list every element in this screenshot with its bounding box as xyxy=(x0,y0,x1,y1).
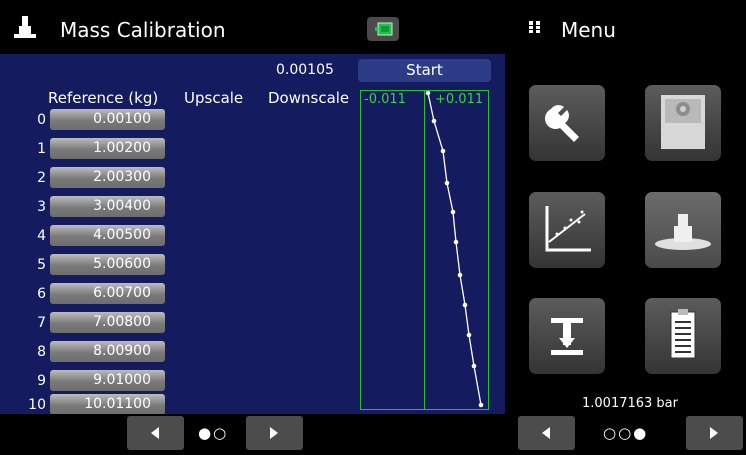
row-index: 8 xyxy=(37,344,46,360)
reference-button[interactable]: 4.00500 xyxy=(50,225,165,246)
row-index: 0 xyxy=(37,112,46,128)
chart-icon xyxy=(545,206,591,252)
reference-button[interactable]: 5.00600 xyxy=(50,254,165,275)
row-index: 6 xyxy=(37,286,46,302)
mass-weight-icon xyxy=(14,16,36,38)
chevron-left-icon xyxy=(542,427,550,439)
grid-dots-icon[interactable] xyxy=(528,20,542,34)
reference-button[interactable]: 8.00900 xyxy=(50,341,165,362)
header: Mass Calibration Menu xyxy=(0,0,746,54)
page-title: Mass Calibration xyxy=(60,18,226,42)
row-index: 9 xyxy=(37,373,46,389)
menu-title: Menu xyxy=(561,18,616,42)
menu-prev-button[interactable] xyxy=(518,416,575,450)
reference-button[interactable]: 7.00800 xyxy=(50,312,165,333)
reference-button[interactable]: 9.01000 xyxy=(50,370,165,391)
chevron-right-icon xyxy=(710,427,718,439)
start-button[interactable]: Start xyxy=(358,59,491,82)
row-index: 10 xyxy=(28,397,46,413)
downscale-value: 0.00105 xyxy=(276,62,334,78)
upscale-column-header: Upscale xyxy=(184,89,244,107)
reference-column-header: Reference (kg) xyxy=(48,89,159,107)
reference-button[interactable]: 6.00700 xyxy=(50,283,165,304)
row-index: 7 xyxy=(37,315,46,331)
sensor-icon xyxy=(661,95,705,149)
row-index: 5 xyxy=(37,257,46,273)
sensor-button[interactable] xyxy=(645,85,721,161)
screen: Mass Calibration Menu 0.00105 Start Refe… xyxy=(0,0,746,455)
reference-button[interactable]: 2.00300 xyxy=(50,167,165,188)
downscale-column-header: Downscale xyxy=(268,89,350,107)
report-button[interactable] xyxy=(645,298,721,374)
row-index: 1 xyxy=(37,141,46,157)
pressure-reading: 1.0017163 bar xyxy=(582,396,678,411)
row-index: 3 xyxy=(37,199,46,215)
menu-page-indicator: ○○● xyxy=(603,424,649,442)
prev-page-button[interactable] xyxy=(127,416,184,450)
error-trace xyxy=(425,91,484,408)
row-index: 2 xyxy=(37,170,46,186)
leak-test-button[interactable] xyxy=(529,298,605,374)
leak-test-icon xyxy=(551,318,583,355)
mass-calibration-button[interactable] xyxy=(645,192,721,268)
chevron-left-icon xyxy=(151,427,159,439)
calibration-chart-button[interactable] xyxy=(529,192,605,268)
reference-button[interactable]: 1.00200 xyxy=(50,138,165,159)
chevron-right-icon xyxy=(270,427,278,439)
reference-button[interactable]: 3.00400 xyxy=(50,196,165,217)
menu-next-button[interactable] xyxy=(686,416,743,450)
reference-button[interactable]: 0.00100 xyxy=(50,109,165,130)
calibration-panel: 0.00105 Start Reference (kg) Upscale Dow… xyxy=(0,54,505,415)
reference-button[interactable]: 10.01100 xyxy=(50,394,165,415)
status-button[interactable] xyxy=(367,17,399,41)
row-index: 4 xyxy=(37,228,46,244)
error-chart: -0.011 +0.011 xyxy=(360,90,489,410)
battery-icon xyxy=(375,22,393,36)
page-indicator: ●○ xyxy=(198,424,229,442)
mass-weight-icon xyxy=(655,214,711,250)
wrench-icon xyxy=(544,105,579,142)
next-page-button[interactable] xyxy=(246,416,303,450)
clipboard-icon xyxy=(670,309,696,359)
settings-button[interactable] xyxy=(529,85,605,161)
